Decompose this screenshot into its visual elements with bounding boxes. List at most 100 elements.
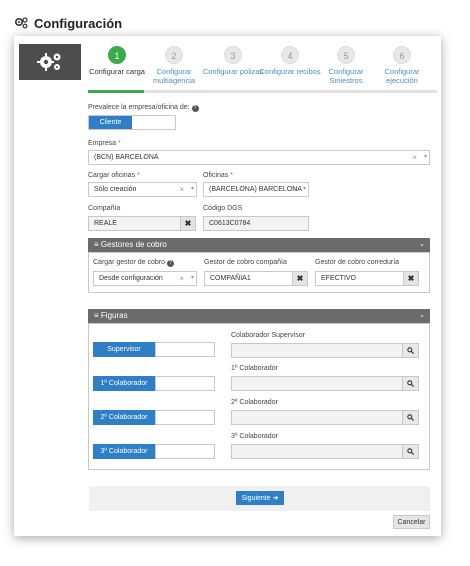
figuras-title: Figuras — [100, 311, 128, 320]
search-icon[interactable] — [402, 377, 418, 390]
cargar-oficinas-label-text: Cargar oficinas — [88, 172, 136, 179]
cargar-gestor-label: Cargar gestor de cobro ? — [93, 259, 174, 267]
chevron-down-icon[interactable]: ▾ — [424, 151, 427, 164]
step-configurar-multiagencia[interactable]: 2 Configurar multiagencia — [143, 46, 205, 85]
colaborador-3-input[interactable] — [155, 444, 215, 459]
cargar-gestor-select[interactable]: Desde configuración × ▾ — [93, 271, 197, 286]
gestor-correduria-label: Gestor de cobro correduría — [315, 259, 400, 266]
chevron-down-icon[interactable]: ▾ — [191, 183, 194, 196]
prevalece-toggle[interactable]: Cliente — [88, 115, 176, 130]
page-title: Configuración — [34, 15, 123, 31]
clear-compania-button[interactable]: ✖ — [180, 217, 195, 230]
prevalece-cliente-option[interactable]: Cliente — [89, 116, 132, 129]
step-configurar-carga[interactable]: 1 Configurar carga — [86, 46, 148, 76]
next-button[interactable]: Siguiente ➔ — [236, 491, 284, 505]
gears-logo-icon — [37, 53, 61, 71]
search-icon[interactable] — [402, 344, 418, 357]
colaborador-supervisor-field[interactable] — [231, 343, 419, 358]
cargar-oficinas-label: Cargar oficinas * — [88, 172, 140, 179]
cargar-gestor-value: Desde configuración — [99, 275, 163, 282]
gestor-correduria-value: EFECTIVO — [321, 275, 357, 282]
compania-label: Compañía — [88, 205, 121, 212]
gestor-correduria-field: EFECTIVO ✖ — [315, 271, 419, 286]
step-configurar-ejecucion[interactable]: 6 Configurar ejecución — [371, 46, 433, 85]
step-number: 3 — [224, 46, 242, 64]
colaborador-2-field[interactable] — [231, 410, 419, 425]
wizard-progress-fill — [88, 90, 144, 93]
clear-gestor-correduria-button[interactable]: ✖ — [403, 272, 418, 285]
cancel-button[interactable]: Cancelar — [393, 515, 430, 529]
codigo-dgs-field: C0613C0784 — [203, 216, 309, 231]
search-icon[interactable] — [402, 411, 418, 424]
prevalece-label-text: Prevalece la empresa/oficina de: — [88, 104, 190, 111]
oficinas-select[interactable]: (BARCELONA) BARCELONA × ▾ — [203, 182, 309, 197]
arrow-right-icon: ➔ — [272, 495, 279, 502]
help-icon[interactable]: ? — [191, 105, 199, 112]
step-number: 4 — [281, 46, 299, 64]
codigo-dgs-value: C0613C0784 — [209, 220, 251, 227]
step-label: Configurar carga — [89, 67, 145, 76]
gestor-compania-label: Gestor de cobro compañía — [204, 259, 287, 266]
gestores-title: Gestores de cobro — [100, 240, 167, 249]
clear-gestor-compania-button[interactable]: ✖ — [292, 272, 307, 285]
oficinas-label-text: Oficinas — [203, 172, 229, 179]
chevron-down-icon[interactable]: ▾ — [303, 183, 306, 196]
empresa-label: Empresa * — [88, 140, 121, 147]
help-icon[interactable]: ? — [166, 260, 174, 267]
clear-icon[interactable]: × — [412, 151, 417, 164]
gears-icon — [14, 17, 28, 29]
cargar-gestor-label-text: Cargar gestor de cobro — [93, 259, 165, 266]
clear-icon[interactable]: × — [179, 183, 184, 196]
colaborador-supervisor-label: Colaborador Supervisor — [231, 332, 305, 339]
step-label: Configurar multiagencia — [152, 67, 196, 85]
supervisor-button[interactable]: Supervisor — [93, 342, 155, 357]
colaborador-1-field[interactable] — [231, 376, 419, 391]
clear-icon[interactable]: × — [179, 272, 184, 285]
step-configurar-polizas[interactable]: 3 Configurar pólizas — [202, 46, 264, 76]
colaborador-1-input[interactable] — [155, 376, 215, 391]
step-number: 6 — [393, 46, 411, 64]
prevalece-label: Prevalece la empresa/oficina de: ? — [88, 104, 199, 112]
colaborador-1-button[interactable]: 1º Colaborador — [93, 376, 155, 391]
wizard-progress — [88, 90, 437, 93]
step-number: 2 — [165, 46, 183, 64]
menu-icon: ≡ — [94, 240, 99, 249]
prevalece-other-option[interactable] — [132, 116, 175, 129]
oficinas-label: Oficinas * — [203, 172, 233, 179]
colaborador-2-input[interactable] — [155, 410, 215, 425]
next-button-label: Siguiente — [241, 494, 271, 502]
page-header: Configuración — [14, 10, 434, 36]
cargar-oficinas-select[interactable]: Sólo creación × ▾ — [88, 182, 197, 197]
figuras-section-header[interactable]: ≡ Figuras ⌄ — [88, 309, 430, 323]
search-icon[interactable] — [402, 445, 418, 458]
colaborador-3-field[interactable] — [231, 444, 419, 459]
gestor-compania-value: COMPAÑIA1 — [210, 275, 251, 282]
config-logo — [19, 44, 81, 80]
gestores-section-header[interactable]: ≡ Gestores de cobro ⌄ — [88, 238, 430, 252]
step-configurar-siniestros[interactable]: 5 Configurar Siniestros — [315, 46, 377, 85]
step-label: Configurar Siniestros — [328, 67, 364, 85]
chevron-down-icon[interactable]: ⌄ — [419, 309, 425, 323]
compania-field: REALE ✖ — [88, 216, 196, 231]
config-panel: 1 Configurar carga 2 Configurar multiage… — [14, 36, 441, 536]
colaborador-2-label: 2º Colaborador — [231, 399, 278, 406]
empresa-select[interactable]: (BCN) BARCELONA × ▾ — [88, 150, 430, 165]
step-configurar-recibos[interactable]: 4 Configurar recibos — [259, 46, 321, 76]
step-number: 1 — [108, 46, 126, 64]
gestor-compania-field: COMPAÑIA1 ✖ — [204, 271, 308, 286]
step-number: 5 — [337, 46, 355, 64]
colaborador-2-button[interactable]: 2º Colaborador — [93, 410, 155, 425]
chevron-down-icon[interactable]: ⌄ — [419, 238, 425, 252]
gestores-section-body: Cargar gestor de cobro ? Desde configura… — [88, 252, 430, 293]
supervisor-input[interactable] — [155, 342, 215, 357]
step-label: Configurar recibos — [259, 67, 321, 76]
figuras-section-body: Supervisor Colaborador Supervisor 1º Col… — [88, 323, 430, 470]
oficinas-value: (BARCELONA) BARCELONA — [209, 186, 302, 193]
colaborador-3-button[interactable]: 3º Colaborador — [93, 444, 155, 459]
empresa-label-text: Empresa — [88, 140, 117, 147]
codigo-dgs-label: Código DGS — [203, 205, 243, 212]
compania-value: REALE — [94, 220, 117, 227]
empresa-value: (BCN) BARCELONA — [94, 154, 159, 161]
clear-icon[interactable]: × — [291, 183, 296, 196]
chevron-down-icon[interactable]: ▾ — [191, 272, 194, 285]
